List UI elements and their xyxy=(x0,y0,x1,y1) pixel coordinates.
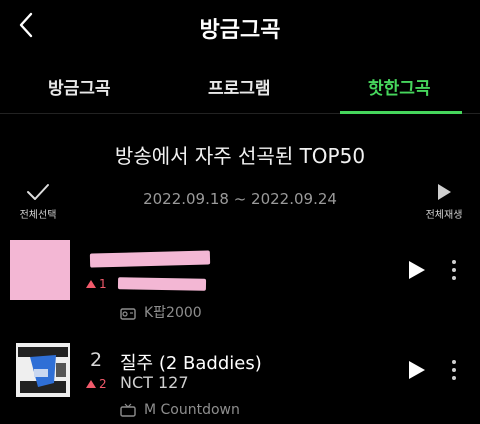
song-row[interactable]: 1 K팝2000 xyxy=(0,240,480,330)
album-cover-image xyxy=(16,343,70,397)
artist-name: NCT 127 xyxy=(120,373,189,392)
radio-icon xyxy=(120,308,136,320)
program-info: K팝2000 xyxy=(120,302,202,322)
tab-bar: 방금그곡 프로그램 핫한그곡 xyxy=(0,62,480,114)
play-icon xyxy=(438,184,451,200)
song-title: 질주 (2 Baddies) xyxy=(120,353,262,374)
play-icon[interactable] xyxy=(404,258,428,282)
date-range: 2022.09.18 ~ 2022.09.24 xyxy=(143,190,337,208)
album-art-redacted xyxy=(10,240,70,300)
tab-just-now-song[interactable]: 방금그곡 xyxy=(48,74,111,99)
tab-program[interactable]: 프로그램 xyxy=(208,74,271,99)
rank-change: 2 xyxy=(86,377,107,391)
album-art xyxy=(16,343,70,397)
rank-number: 2 xyxy=(89,349,103,371)
active-tab-indicator xyxy=(340,111,462,114)
program-name: M Countdown xyxy=(144,402,240,418)
rank-up-icon xyxy=(86,280,96,288)
tab-hot-song[interactable]: 핫한그곡 xyxy=(368,74,431,99)
play-icon[interactable] xyxy=(404,358,428,382)
rank-change: 1 xyxy=(86,277,107,291)
app-header: 방금그곡 xyxy=(0,0,480,52)
more-options-icon[interactable] xyxy=(446,358,462,382)
section-title: 방송에서 자주 선곡된 TOP50 xyxy=(114,144,366,168)
play-all-button[interactable]: 전체재생 xyxy=(418,182,470,221)
rank-up-icon xyxy=(86,380,96,388)
song-title-redaction xyxy=(89,250,211,268)
program-name: K팝2000 xyxy=(144,305,202,321)
page-title: 방금그곡 xyxy=(199,18,281,43)
program-info: M Countdown xyxy=(120,402,240,418)
rank-change-value: 2 xyxy=(99,377,107,391)
artist-name-redaction xyxy=(117,277,207,291)
play-all-label: 전체재생 xyxy=(425,210,463,221)
song-row[interactable]: 2 2 질주 (2 Baddies) NCT 127 M Countdown xyxy=(0,340,480,424)
select-all-label: 전체선택 xyxy=(19,210,57,221)
more-options-icon[interactable] xyxy=(446,258,462,282)
tv-icon xyxy=(120,403,136,417)
rank-change-value: 1 xyxy=(99,277,107,291)
